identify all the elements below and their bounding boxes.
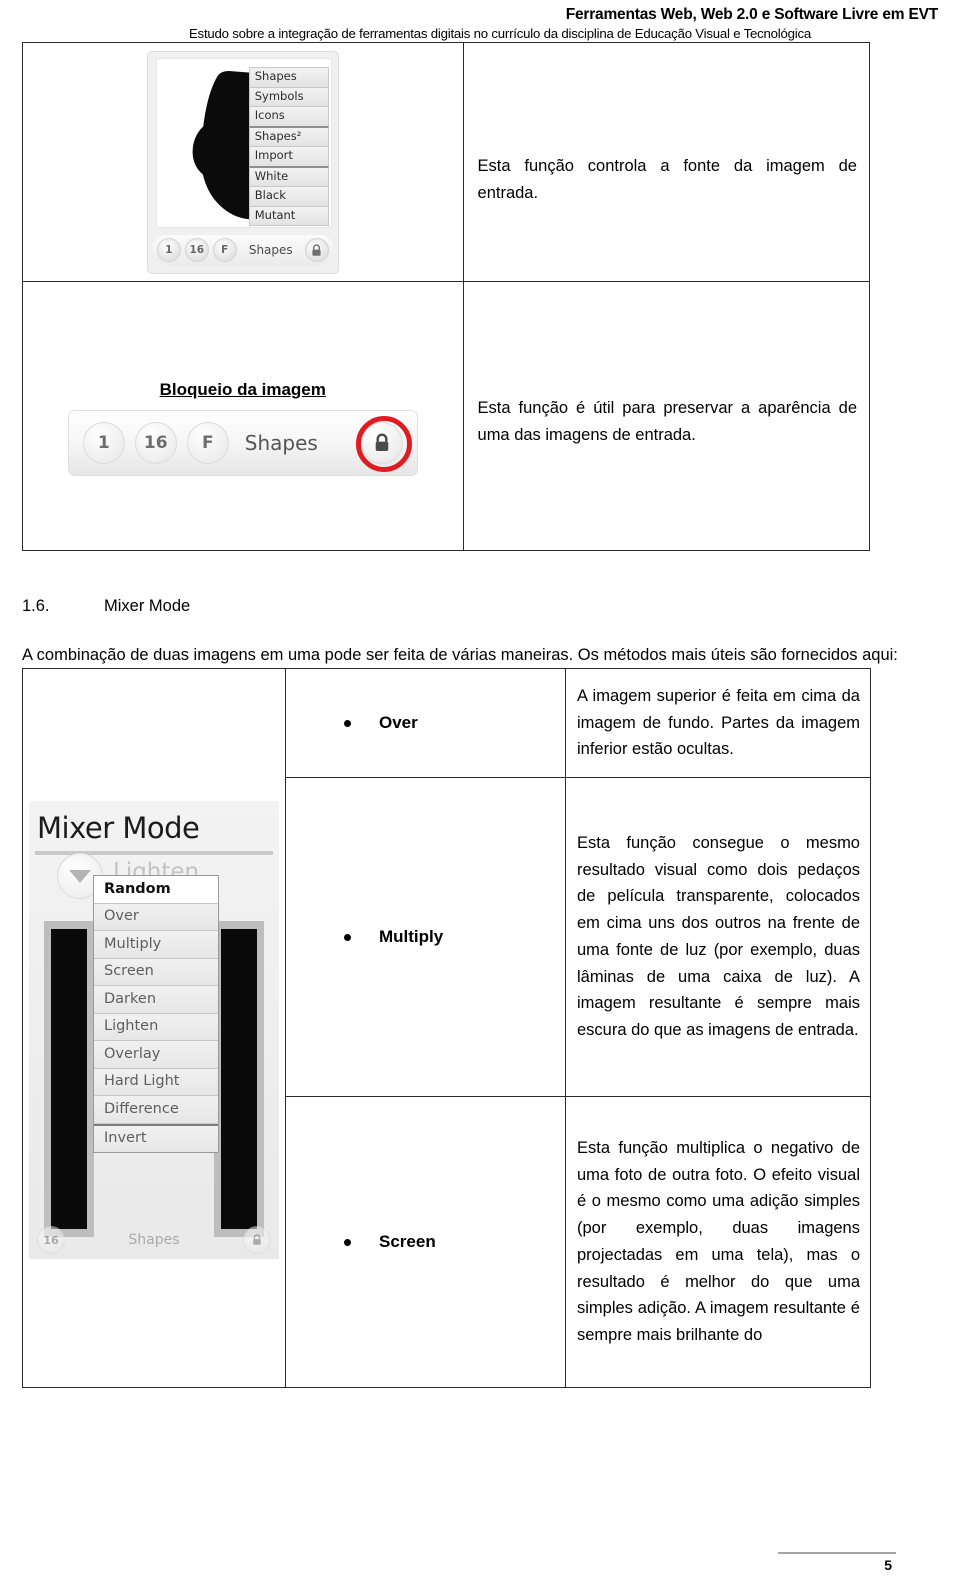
dropdown-item-invert[interactable]: Invert [94, 1123, 218, 1153]
lock-glyph-icon [375, 433, 389, 451]
mode-label-cell: Over [285, 668, 566, 779]
section-intro-paragraph: A combinação de duas imagens em uma pode… [22, 645, 898, 664]
widget-bottom-bar: 1 16 F Shapes [151, 235, 334, 266]
menu-item-symbols[interactable]: Symbols [248, 86, 329, 107]
source-menu-list[interactable]: Shapes Symbols Icons Shapes² Import Whit… [248, 67, 329, 227]
menu-item-shapes[interactable]: Shapes [248, 67, 329, 87]
size-button[interactable]: 16 [134, 421, 177, 464]
bullet-icon [344, 1238, 351, 1246]
bullet-icon [344, 719, 351, 727]
left-slider[interactable] [51, 929, 87, 1230]
dropdown-item-multiply[interactable]: Multiply [94, 931, 218, 959]
mode-entry-multiply: Multiply [286, 778, 565, 1096]
menu-item-mutant[interactable]: Mutant [248, 205, 329, 227]
mixer-mode-panel: Mixer Mode Lighten Random Over Multiply … [29, 801, 279, 1260]
dropdown-item-screen[interactable]: Screen [94, 958, 218, 987]
source-description: Esta função controla a fonte da imagem d… [477, 156, 857, 202]
mode-label: Screen [379, 1232, 436, 1252]
frame-count-button[interactable]: 1 [82, 421, 125, 464]
header-title: Ferramentas Web, Web 2.0 e Software Livr… [565, 6, 939, 23]
divider [778, 1552, 896, 1554]
shapes-canvas: Shapes Symbols Icons Shapes² Import Whit… [155, 58, 332, 229]
header-subtitle: Estudo sobre a integração de ferramentas… [188, 25, 812, 41]
lock-heading: Bloqueio da imagem [159, 379, 326, 399]
right-slider[interactable] [221, 929, 257, 1230]
lock-icon[interactable] [360, 421, 403, 464]
mode-entry-screen: Screen [286, 1097, 565, 1387]
source-description-cell: Esta função controla a fonte da imagem d… [462, 41, 871, 282]
format-button[interactable]: F [212, 238, 237, 263]
dropdown-item-darken[interactable]: Darken [94, 986, 218, 1014]
lock-icon[interactable] [243, 1226, 271, 1255]
page-footer: 5 [0, 1552, 960, 1573]
mode-description: A imagem superior é feita em cima da ima… [577, 686, 860, 759]
source-and-lock-table: Shapes Symbols Icons Shapes² Import Whit… [22, 41, 871, 551]
table-row: Shapes Symbols Icons Shapes² Import Whit… [22, 41, 871, 282]
section-heading: 1.6. Mixer Mode [22, 597, 938, 616]
section-number: 1.6. [22, 596, 50, 615]
lock-illustration-cell: Bloqueio da imagem 1 16 F Shapes [22, 280, 464, 551]
page-content: Shapes Symbols Icons Shapes² Import Whit… [0, 41, 960, 1389]
mode-description-cell: Esta função consegue o mesmo resultado v… [565, 777, 871, 1098]
section-title: Mixer Mode [104, 596, 191, 615]
lock-strip-wrapper: 1 16 F Shapes [67, 409, 418, 476]
menu-item-icons[interactable]: Icons [248, 106, 329, 126]
lock-glyph-icon [253, 1234, 261, 1246]
mixer-panel-cell: Mixer Mode Lighten Random Over Multiply … [22, 668, 286, 1389]
shapes-widget-cell: Shapes Symbols Icons Shapes² Import Whit… [22, 41, 464, 282]
size-button[interactable]: 16 [37, 1226, 65, 1255]
mixer-panel-title: Mixer Mode [37, 811, 200, 846]
lock-description: Esta função é útil para preservar a apar… [477, 398, 857, 444]
mode-entry-over: Over [286, 669, 565, 777]
mode-description-cell: Esta função multiplica o negativo de uma… [565, 1096, 871, 1389]
mixer-mode-dropdown[interactable]: Random Over Multiply Screen Darken Light… [93, 875, 219, 1154]
dropdown-item-difference[interactable]: Difference [94, 1096, 218, 1124]
table-row: Mixer Mode Lighten Random Over Multiply … [22, 668, 871, 1389]
frame-count-button[interactable]: 1 [156, 238, 181, 263]
dropdown-item-overlay[interactable]: Overlay [94, 1041, 218, 1069]
menu-item-shapes2[interactable]: Shapes² [248, 125, 329, 147]
mode-description: Esta função consegue o mesmo resultado v… [577, 834, 860, 1040]
page-header: Ferramentas Web, Web 2.0 e Software Livr… [0, 0, 960, 42]
lock-glyph-icon [312, 244, 321, 256]
mode-label-cell: Screen [285, 1096, 566, 1389]
mode-label-cell: Multiply [285, 777, 566, 1098]
table-row: Bloqueio da imagem 1 16 F Shapes Esta fu… [22, 280, 871, 551]
format-button[interactable]: F [186, 421, 229, 464]
page-number: 5 [884, 1557, 892, 1573]
dropdown-item-random[interactable]: Random [94, 876, 218, 904]
mode-description: Esta função multiplica o negativo de uma… [577, 1139, 860, 1345]
source-label: Shapes [244, 430, 318, 455]
dropdown-item-lighten[interactable]: Lighten [94, 1013, 218, 1042]
menu-item-white[interactable]: White [248, 165, 329, 187]
source-label: Shapes [128, 1232, 180, 1249]
menu-item-import[interactable]: Import [248, 146, 329, 166]
lock-icon[interactable] [304, 238, 329, 263]
dropdown-item-over[interactable]: Over [94, 903, 218, 932]
source-label: Shapes [248, 243, 293, 258]
mode-description-cell: A imagem superior é feita em cima da ima… [565, 668, 871, 779]
menu-item-black[interactable]: Black [248, 186, 329, 206]
mixer-modes-table: Mixer Mode Lighten Random Over Multiply … [22, 668, 871, 1389]
dropdown-item-hard-light[interactable]: Hard Light [94, 1068, 218, 1097]
shapes-widget: Shapes Symbols Icons Shapes² Import Whit… [146, 51, 339, 275]
mixer-bottom-bar: 16 Shapes [37, 1225, 271, 1255]
triangle-glyph-icon [69, 869, 91, 883]
mode-label: Multiply [379, 927, 444, 947]
evt-toolbar-strip: 1 16 F Shapes [67, 409, 418, 476]
size-button[interactable]: 16 [184, 238, 209, 263]
lock-description-cell: Esta função é útil para preservar a apar… [462, 280, 871, 551]
bullet-icon [344, 933, 351, 941]
mode-label: Over [379, 713, 418, 733]
